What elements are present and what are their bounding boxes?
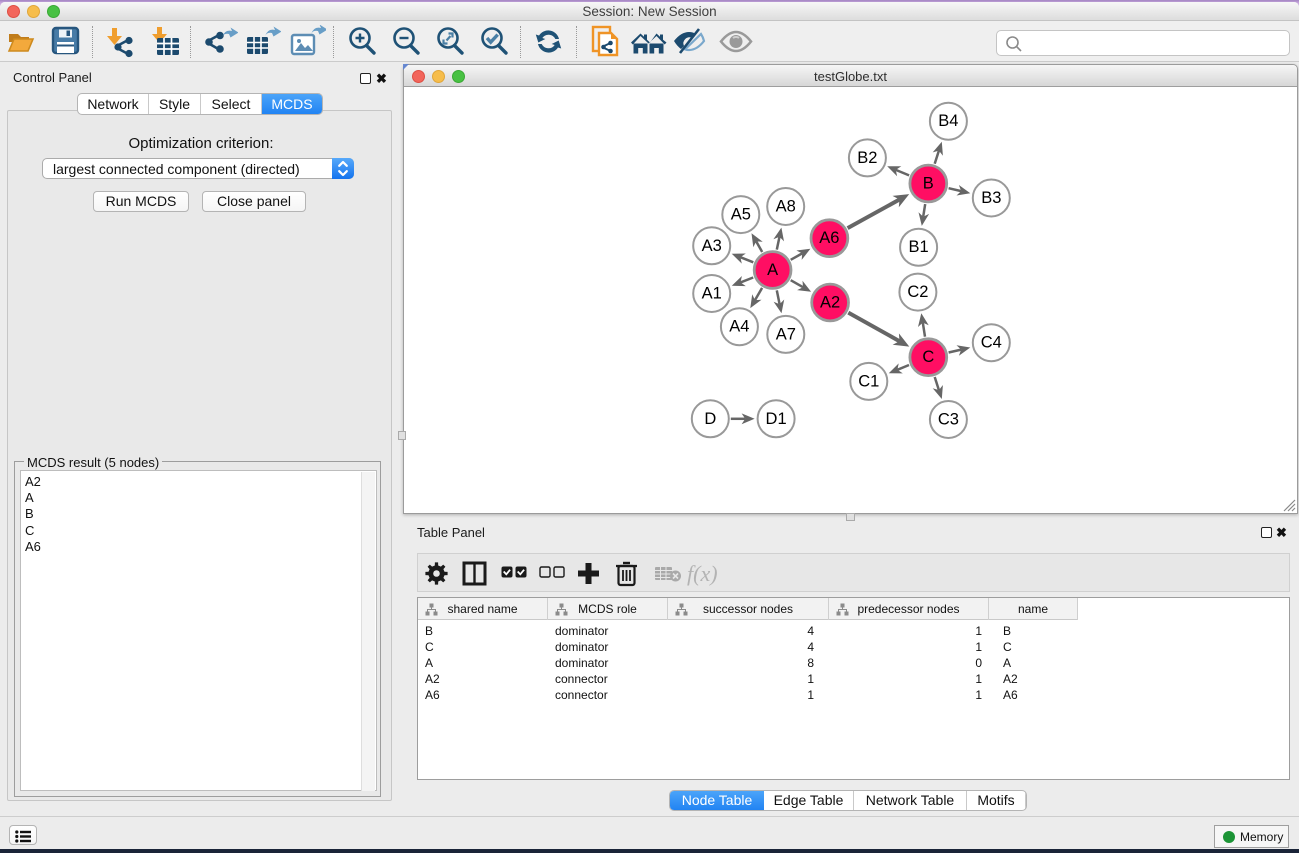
svg-text:A7: A7 (776, 325, 796, 343)
svg-text:D: D (704, 410, 716, 428)
svg-text:B4: B4 (938, 112, 958, 130)
svg-text:C4: C4 (981, 334, 1002, 352)
svg-text:A2: A2 (820, 294, 840, 312)
svg-text:C: C (922, 348, 934, 366)
svg-text:A3: A3 (702, 237, 722, 255)
svg-text:B2: B2 (857, 149, 877, 167)
svg-text:A6: A6 (819, 229, 839, 247)
svg-text:B: B (923, 175, 934, 193)
svg-text:C3: C3 (938, 411, 959, 429)
svg-text:C2: C2 (907, 283, 928, 301)
svg-text:A5: A5 (731, 206, 751, 224)
svg-text:B3: B3 (981, 189, 1001, 207)
svg-text:A: A (767, 261, 778, 279)
svg-text:A4: A4 (729, 318, 749, 336)
svg-text:C1: C1 (858, 372, 879, 390)
svg-text:A1: A1 (702, 285, 722, 303)
svg-text:A8: A8 (776, 198, 796, 216)
svg-text:B1: B1 (909, 238, 929, 256)
svg-text:D1: D1 (766, 410, 787, 428)
